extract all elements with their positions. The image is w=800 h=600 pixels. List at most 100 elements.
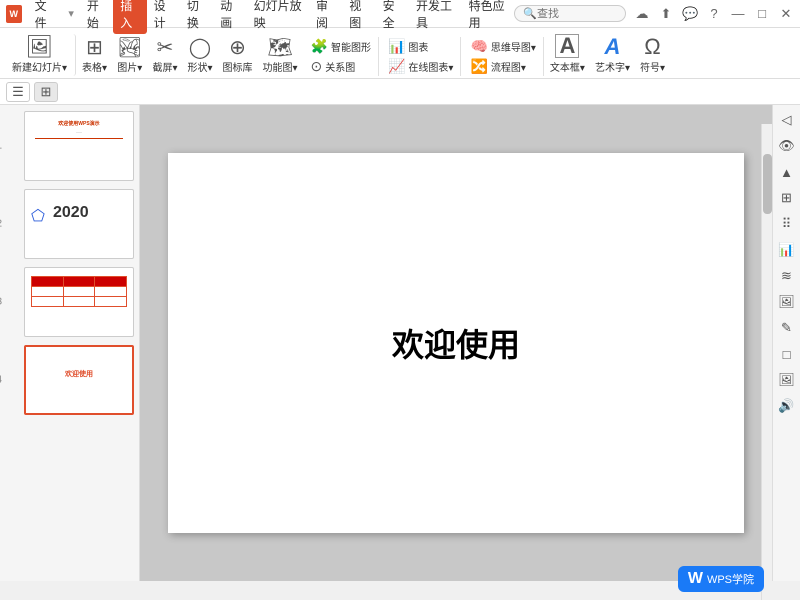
- ribbon-screenshot[interactable]: ✂ 截屏▾: [148, 36, 181, 76]
- ribbon-mindmap-col: 🧠 思维导图▾ 🔀 流程图▾: [463, 37, 543, 76]
- close-button[interactable]: ✕: [778, 6, 794, 22]
- wps-text: WPS学院: [707, 571, 754, 587]
- list-view-btn[interactable]: ☰: [6, 82, 30, 102]
- menu-home[interactable]: 开始: [80, 0, 113, 34]
- iconlib-label: 图标库: [223, 59, 253, 74]
- menu-review[interactable]: 审阅: [309, 0, 342, 34]
- menu-special[interactable]: 特色应用: [462, 0, 515, 34]
- menu-slideshow[interactable]: 幻灯片放映: [247, 0, 309, 34]
- rs-eye-btn[interactable]: 👁: [776, 135, 798, 157]
- ribbon-funcmap[interactable]: 🗺 功能图▾: [259, 36, 302, 76]
- rs-grid-btn[interactable]: ⠿: [776, 213, 798, 235]
- menu-switch[interactable]: 切换: [180, 0, 213, 34]
- slide-panel: 1 ★ 欢迎使用WPS演示 ...... 2 ⬠ 2020 3: [0, 105, 140, 581]
- rs-img2-btn[interactable]: 🖼: [776, 369, 798, 391]
- search-icon: 🔍: [523, 7, 537, 20]
- ribbon-shape[interactable]: ◯ 形状▾: [183, 36, 216, 76]
- relation-label: 关系图: [325, 59, 355, 74]
- main: 1 ★ 欢迎使用WPS演示 ...... 2 ⬠ 2020 3: [0, 105, 800, 581]
- ribbon-online-chart[interactable]: 📈 在线图表▾: [385, 57, 456, 76]
- search-input[interactable]: [537, 8, 617, 20]
- chart-label: 图表: [408, 39, 428, 54]
- shape-label: 形状▾: [187, 59, 212, 74]
- symbol-label: 符号▾: [640, 59, 665, 74]
- rs-chart-btn[interactable]: 📊: [776, 239, 798, 261]
- right-sidebar: ◁ 👁 ▲ ⊞ ⠿ 📊 ≋ 🖼 ✎ □ 🖼 🔊: [772, 105, 800, 581]
- comment-icon[interactable]: 💬: [682, 6, 698, 22]
- list-view-icon: ☰: [12, 84, 24, 100]
- slide-thumb-3[interactable]: 3: [4, 267, 135, 337]
- menu-view[interactable]: 视图: [342, 0, 375, 34]
- slide-num-4: 4: [0, 375, 2, 386]
- ribbon-new-slide[interactable]: 🖼 新建幻灯片▾: [8, 34, 76, 76]
- vscrollbar-thumb[interactable]: [763, 154, 772, 214]
- rs-flow-btn[interactable]: ≋: [776, 265, 798, 287]
- vscrollbar[interactable]: [761, 124, 772, 600]
- wps-logo: W: [688, 570, 703, 588]
- app-icon: W: [6, 5, 22, 23]
- rs-collapse-btn[interactable]: ◁: [776, 109, 798, 131]
- screenshot-icon: ✂: [157, 38, 174, 58]
- menu-design[interactable]: 设计: [147, 0, 180, 34]
- ribbon: 🖼 新建幻灯片▾ ⊞ 表格▾ 🏞 图片▾ ✂ 截屏▾ ◯ 形状▾ ⊕ 图标库: [0, 28, 800, 79]
- max-button[interactable]: □: [754, 6, 770, 22]
- online-chart-icon: 📈: [388, 58, 405, 75]
- rs-edit-btn[interactable]: ✎: [776, 317, 798, 339]
- ribbon-symbol[interactable]: Ω 符号▾: [636, 34, 669, 76]
- ribbon-textbox[interactable]: A 文本框▾: [546, 32, 589, 76]
- min-button[interactable]: —: [730, 6, 746, 22]
- search-box[interactable]: 🔍: [514, 5, 626, 22]
- slide-thumb-inner-1: 欢迎使用WPS演示 ......: [24, 111, 134, 181]
- funcmap-label: 功能图▾: [263, 59, 298, 74]
- slide-thumb-1[interactable]: 1 ★ 欢迎使用WPS演示 ......: [4, 111, 135, 181]
- smart-icon: 🧩: [311, 38, 328, 55]
- textbox-label: 文本框▾: [550, 59, 585, 74]
- image-icon: 🏞: [117, 38, 142, 58]
- ribbon-smart[interactable]: 🧩 智能图形: [308, 37, 374, 56]
- ribbon-smart-col: 🧩 智能图形 ⊙ 关系图: [304, 37, 379, 76]
- file-menu[interactable]: 文件: [28, 0, 63, 34]
- menu-devtools[interactable]: 开发工具: [409, 0, 462, 34]
- canvas-area[interactable]: 欢迎使用: [140, 105, 772, 581]
- ribbon-image[interactable]: 🏞 图片▾: [113, 36, 146, 76]
- online-chart-label: 在线图表▾: [408, 59, 453, 74]
- shape-icon: ◯: [189, 38, 211, 58]
- slide-main-text: 欢迎使用: [392, 320, 520, 366]
- menu-animate[interactable]: 动画: [213, 0, 246, 34]
- flowchart-icon: 🔀: [470, 58, 487, 75]
- wps-badge[interactable]: W WPS学院: [678, 566, 764, 592]
- slide-num-2: 2: [0, 219, 2, 230]
- share-icon[interactable]: ⬆: [658, 6, 674, 22]
- rs-triangle-btn[interactable]: ▲: [776, 161, 798, 183]
- help-icon[interactable]: ?: [706, 6, 722, 22]
- table-label: 表格▾: [82, 59, 107, 74]
- ribbon-table[interactable]: ⊞ 表格▾: [78, 36, 111, 76]
- cloud-icon[interactable]: ☁: [634, 6, 650, 22]
- slide-canvas[interactable]: 欢迎使用: [168, 153, 744, 533]
- ribbon-arttext[interactable]: A 艺术字▾: [591, 34, 634, 76]
- rs-table-btn[interactable]: ⊞: [776, 187, 798, 209]
- menu-security[interactable]: 安全: [376, 0, 409, 34]
- slide-thumb-inner-2: ⬠ 2020: [24, 189, 134, 259]
- slide-num-3: 3: [0, 297, 2, 308]
- rs-volume-btn[interactable]: 🔊: [776, 395, 798, 417]
- menu-wps-logo: ▾: [68, 7, 74, 20]
- ribbon-flowchart[interactable]: 🔀 流程图▾: [467, 57, 538, 76]
- grid-view-icon: ⊞: [41, 84, 52, 100]
- new-slide-label: 新建幻灯片▾: [12, 59, 67, 74]
- ribbon-chart[interactable]: 📊 图表: [385, 37, 456, 56]
- slide-thumb-4[interactable]: 4 欢迎使用: [4, 345, 135, 415]
- menu-insert[interactable]: 插入: [113, 0, 146, 34]
- mindmap-label: 思维导图▾: [491, 39, 536, 54]
- rs-shape-btn[interactable]: □: [776, 343, 798, 365]
- image-label: 图片▾: [117, 59, 142, 74]
- flowchart-label: 流程图▾: [491, 59, 526, 74]
- grid-view-btn[interactable]: ⊞: [34, 82, 58, 102]
- ribbon-mindmap[interactable]: 🧠 思维导图▾: [467, 37, 538, 56]
- ribbon-relation[interactable]: ⊙ 关系图: [308, 57, 374, 76]
- rs-image-btn[interactable]: 🖼: [776, 291, 798, 313]
- slide-thumb-2[interactable]: 2 ⬠ 2020: [4, 189, 135, 259]
- ribbon-iconlib[interactable]: ⊕ 图标库: [219, 36, 257, 76]
- arttext-icon: A: [605, 36, 621, 58]
- title-right: 🔍 ☁ ⬆ 💬 ? — □ ✕: [514, 5, 794, 22]
